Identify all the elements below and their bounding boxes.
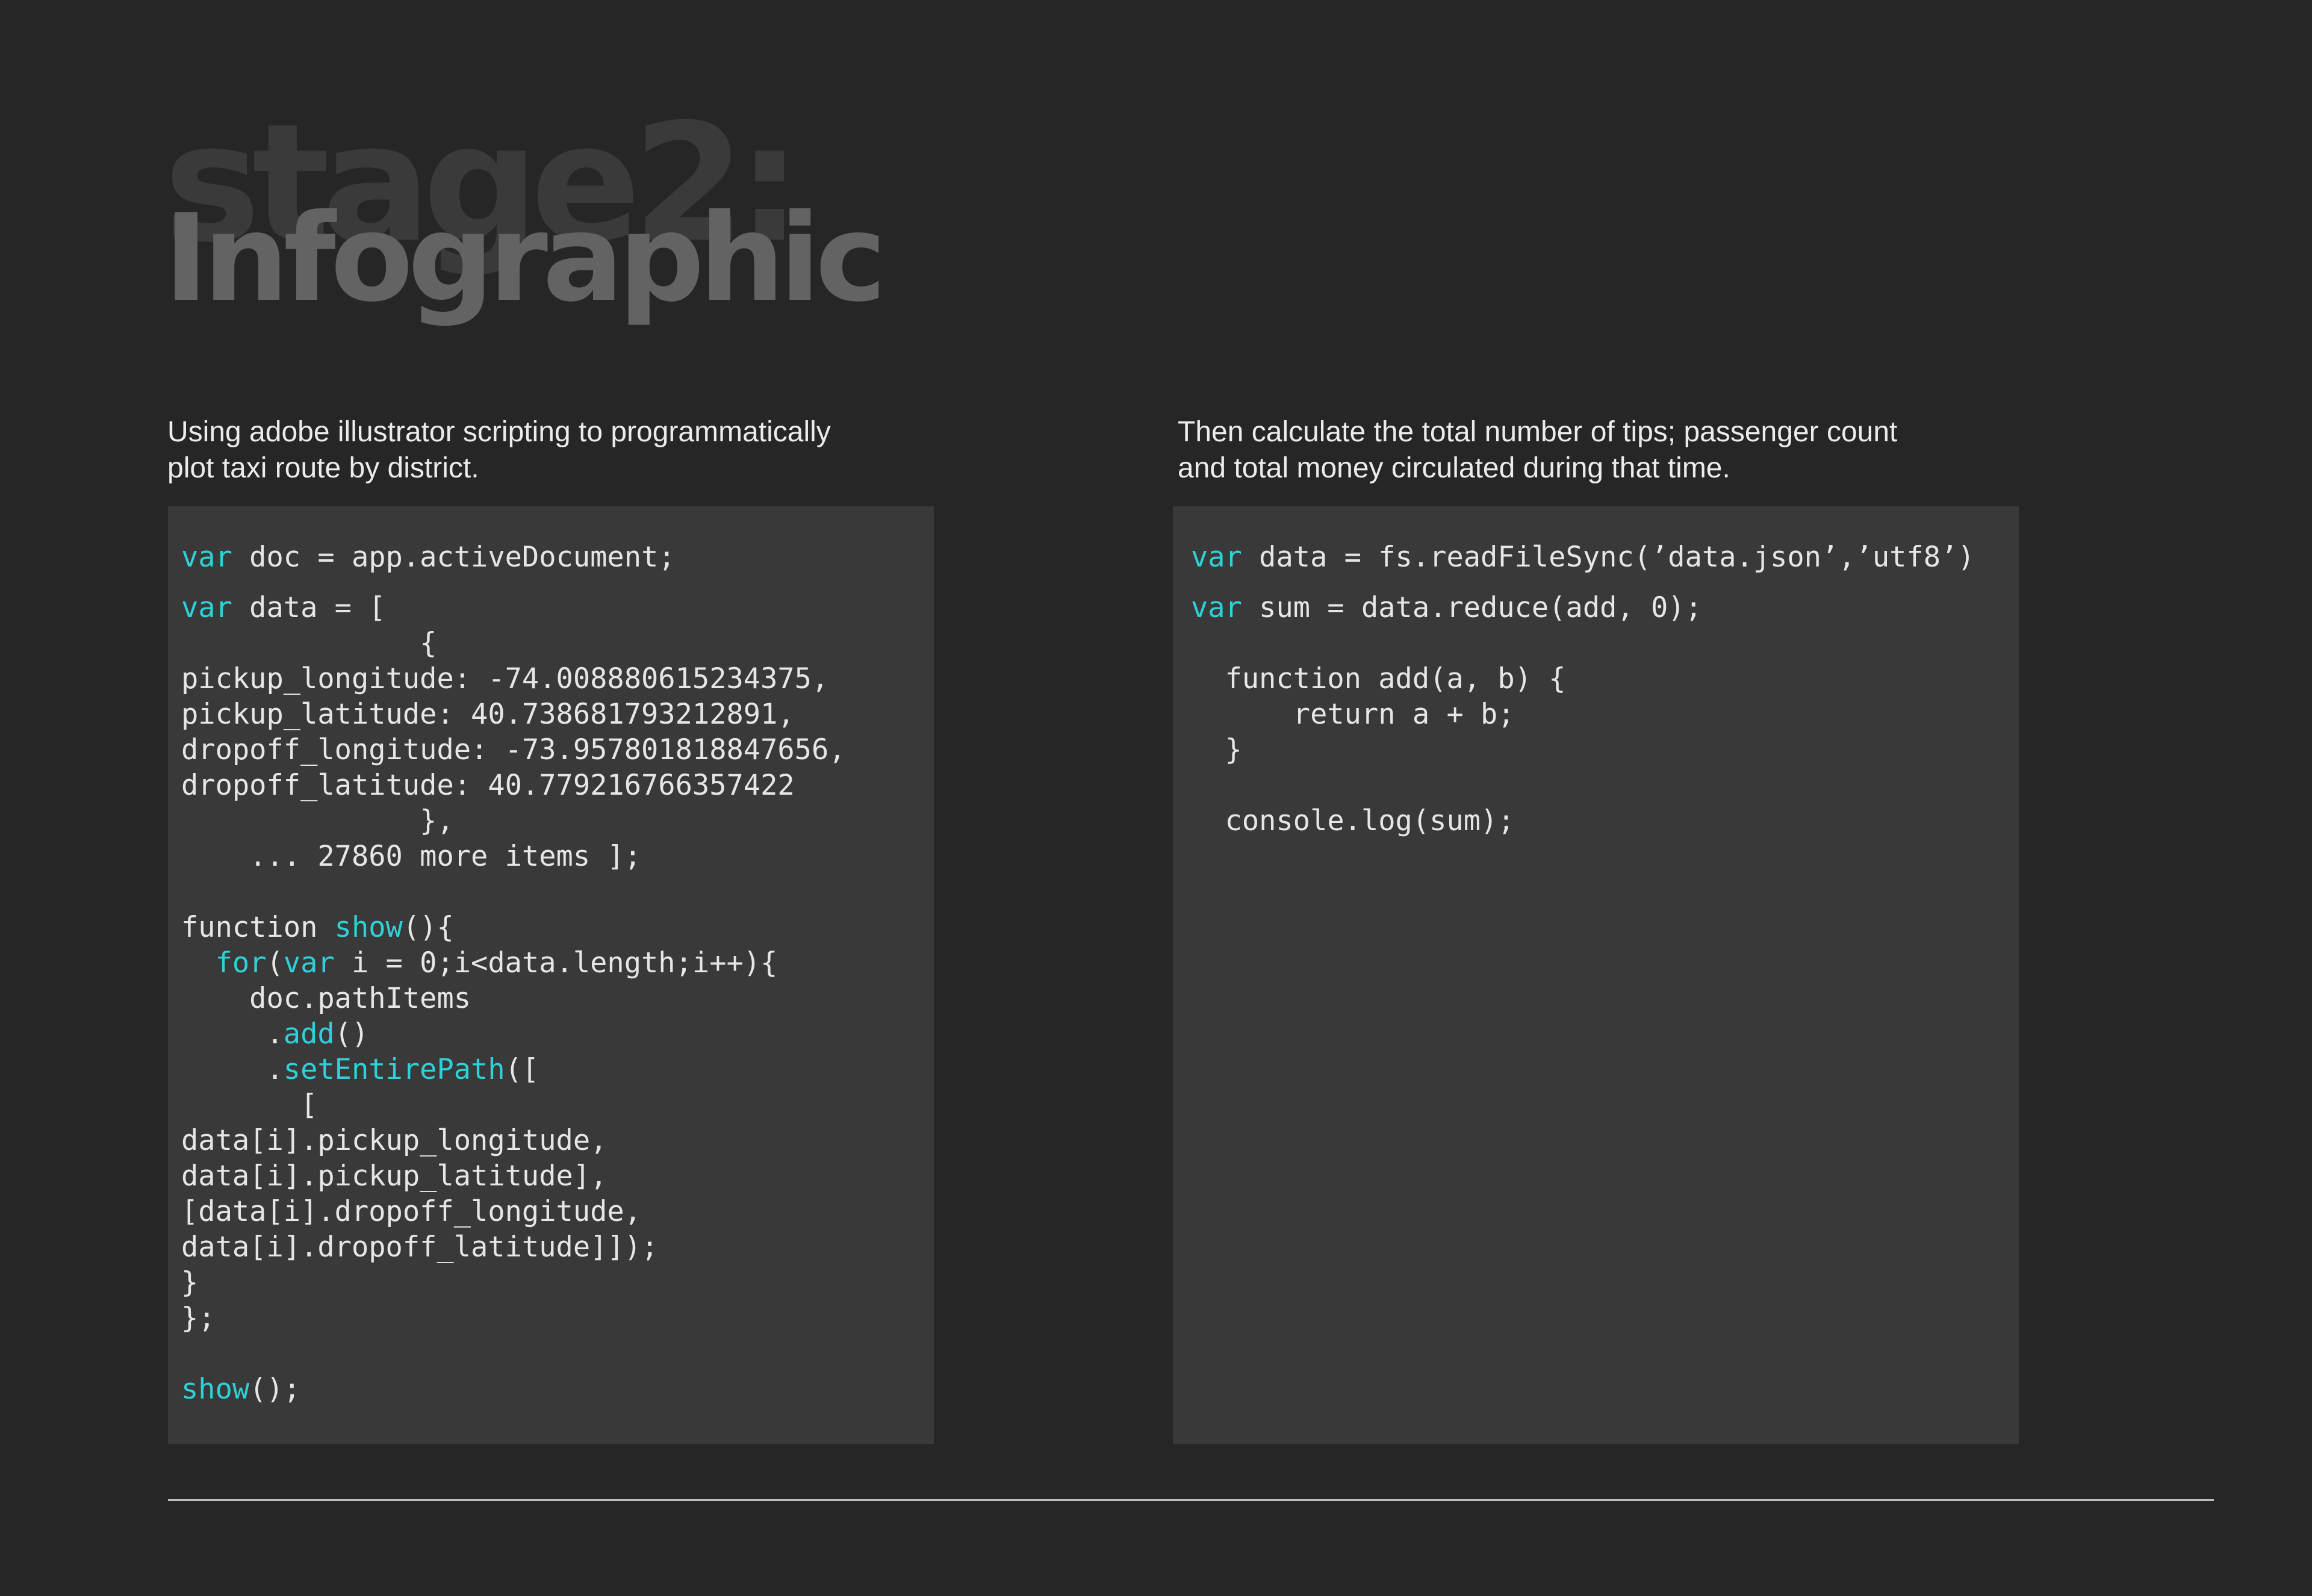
- code-text: ([: [505, 1053, 539, 1086]
- code-text: (: [266, 946, 284, 980]
- code-text: pickup_latitude: 40.738681793212891,: [181, 698, 795, 731]
- code-text: ();: [249, 1373, 301, 1406]
- code-line: console.log(sum);: [1191, 803, 1515, 839]
- sum-script-code-panel: var data = fs.readFileSync(’data.json’,’…: [1173, 506, 2019, 1444]
- code-keyword: var: [1191, 591, 1242, 624]
- code-line: var doc = app.activeDocument;: [181, 539, 676, 575]
- code-line: }: [181, 1265, 198, 1300]
- code-line: var data = [: [181, 590, 386, 626]
- code-keyword: var: [283, 946, 335, 980]
- code-text: function: [181, 911, 335, 944]
- code-text: ... 27860 more items ];: [181, 840, 642, 873]
- code-line: {: [181, 626, 437, 661]
- code-text: sum = data.reduce(add, 0);: [1241, 591, 1702, 624]
- code-text: data[i].pickup_latitude],: [181, 1160, 608, 1193]
- code-text: function add(a, b) {: [1191, 662, 1566, 695]
- code-keyword: add: [283, 1017, 335, 1051]
- code-line: [data[i].dropoff_longitude,: [181, 1194, 641, 1229]
- code-line: pickup_longitude: -74.008880615234375,: [181, 661, 828, 697]
- code-line: return a + b;: [1191, 697, 1515, 732]
- code-text: },: [181, 804, 454, 837]
- code-text: doc.pathItems: [181, 982, 471, 1015]
- code-keyword: show: [181, 1373, 250, 1406]
- code-text: data = fs.readFileSync(’data.json’,’utf8…: [1241, 541, 1975, 574]
- illustrator-script-code-panel: var doc = app.activeDocument; var data = …: [168, 506, 934, 1444]
- code-text: }: [181, 1266, 199, 1299]
- code-text: .: [181, 1017, 284, 1051]
- code-text: dropoff_latitude: 40.779216766357422: [181, 769, 795, 802]
- code-text: [data[i].dropoff_longitude,: [181, 1195, 642, 1228]
- left-caption: Using adobe illustrator scripting to pro…: [167, 416, 831, 484]
- code-keyword: var: [181, 541, 232, 574]
- code-line: .setEntirePath([: [181, 1052, 539, 1087]
- code-text: };: [181, 1302, 216, 1335]
- code-text: data[i].pickup_longitude,: [181, 1124, 608, 1157]
- code-text: pickup_longitude: -74.008880615234375,: [181, 662, 829, 695]
- code-line: doc.pathItems: [181, 981, 471, 1016]
- code-line: function add(a, b) {: [1191, 661, 1566, 697]
- right-caption: Then calculate the total number of tips;…: [1178, 416, 1898, 484]
- code-line: [: [181, 1087, 317, 1123]
- code-line: ... 27860 more items ];: [181, 839, 641, 874]
- code-line: dropoff_longitude: -73.957801818847656,: [181, 732, 846, 768]
- code-line: .add(): [181, 1016, 368, 1052]
- code-line: };: [181, 1300, 216, 1336]
- code-line: data[i].pickup_latitude],: [181, 1158, 607, 1194]
- code-keyword: var: [1191, 541, 1242, 574]
- code-text: console.log(sum);: [1191, 804, 1515, 837]
- code-text: data[i].dropoff_latitude]]);: [181, 1231, 659, 1264]
- code-text: .: [181, 1053, 284, 1086]
- page-title: stage2: Infographic: [164, 90, 946, 343]
- code-keyword: for: [215, 946, 267, 980]
- footer-divider: [168, 1499, 2214, 1501]
- code-text: }: [1191, 733, 1242, 766]
- code-line: show();: [181, 1371, 300, 1407]
- code-keyword: show: [334, 911, 403, 944]
- code-line: var sum = data.reduce(add, 0);: [1191, 590, 1702, 626]
- code-text: i = 0;i<data.length;i++){: [334, 946, 778, 980]
- code-line: var data = fs.readFileSync(’data.json’,’…: [1191, 539, 1975, 575]
- code-line: data[i].pickup_longitude,: [181, 1123, 607, 1158]
- code-text: {: [181, 627, 437, 660]
- code-line: },: [181, 803, 454, 839]
- code-keyword: var: [181, 591, 232, 624]
- code-text: (): [334, 1017, 369, 1051]
- code-text: dropoff_longitude: -73.957801818847656,: [181, 733, 846, 766]
- code-text: (){: [402, 911, 454, 944]
- code-text: [: [181, 1088, 318, 1122]
- code-text: data = [: [232, 591, 386, 624]
- code-line: }: [1191, 732, 1242, 768]
- code-line: data[i].dropoff_latitude]]);: [181, 1229, 658, 1265]
- code-keyword: setEntirePath: [283, 1053, 505, 1086]
- code-line: dropoff_latitude: 40.779216766357422: [181, 768, 795, 803]
- code-text: doc = app.activeDocument;: [232, 541, 676, 574]
- code-line: for(var i = 0;i<data.length;i++){: [181, 945, 778, 981]
- code-text: return a + b;: [1191, 698, 1515, 731]
- code-line: pickup_latitude: 40.738681793212891,: [181, 697, 795, 732]
- title-infographic: Infographic: [164, 188, 887, 329]
- code-line: function show(){: [181, 910, 454, 945]
